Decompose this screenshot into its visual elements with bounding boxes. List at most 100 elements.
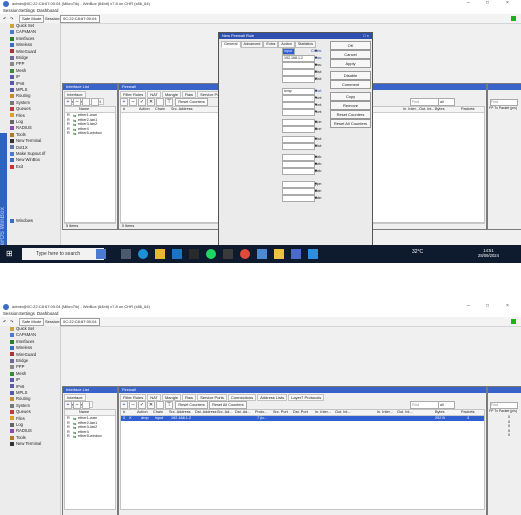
- edge-icon[interactable]: [138, 249, 148, 259]
- dropdown-icon[interactable]: ▼: [314, 76, 319, 81]
- dropdown-icon[interactable]: ▼: [314, 168, 319, 173]
- col-out-int[interactable]: Out. Int...: [419, 107, 435, 111]
- menu-settings[interactable]: Settings: [19, 8, 35, 13]
- close-button[interactable]: ×: [506, 0, 509, 6]
- close-button[interactable]: ×: [506, 303, 509, 309]
- right-find-input[interactable]: Find: [490, 402, 518, 409]
- sidebar-item-windows[interactable]: Windows: [10, 218, 33, 224]
- sidebar-item-interfaces[interactable]: Interfaces: [10, 339, 34, 345]
- interface-row[interactable]: R ⇆ ether5-winbox: [65, 434, 115, 439]
- session-field[interactable]: 0C:22:C8:67:00:04: [60, 318, 100, 326]
- col-15[interactable]: Packets: [461, 410, 475, 414]
- sidebar-item-ppp[interactable]: PPP: [10, 364, 24, 370]
- copy-button[interactable]: Copy: [330, 92, 371, 101]
- sidebar-item-routing[interactable]: Routing: [10, 396, 30, 402]
- sidebar-item-quick-set[interactable]: Quick Set: [10, 326, 34, 332]
- col-9[interactable]: Dst. Port: [293, 410, 308, 414]
- tab-nat[interactable]: NAT: [147, 91, 161, 98]
- field-input[interactable]: [282, 168, 315, 175]
- remove-rule-icon[interactable]: –: [129, 98, 137, 106]
- tab-nat[interactable]: NAT: [147, 394, 161, 401]
- field-input[interactable]: [282, 136, 315, 143]
- dropdown-icon[interactable]: ▼: [314, 188, 319, 193]
- sidebar-item-queues[interactable]: Queues: [10, 409, 31, 415]
- sidebar-item-interfaces[interactable]: Interfaces: [10, 36, 34, 42]
- right-col-header[interactable]: FP Tx Packet (p/s): [489, 106, 517, 110]
- comment-icon[interactable]: [156, 98, 164, 106]
- col-name[interactable]: Name: [79, 107, 89, 111]
- store-icon[interactable]: [189, 249, 199, 259]
- sidebar-item-exit[interactable]: Exit: [10, 164, 23, 170]
- field-input[interactable]: 192.168.1.2: [282, 55, 315, 62]
- sidebar-item-files[interactable]: Files: [10, 416, 25, 422]
- sidebar-item-ipv6[interactable]: IPv6: [10, 81, 24, 87]
- apply-button[interactable]: Apply: [330, 59, 371, 68]
- tab-mangle[interactable]: Mangle: [161, 91, 182, 98]
- widgets-icon[interactable]: [96, 249, 106, 259]
- filter-icon[interactable]: ⊤: [165, 401, 173, 409]
- dropdown-icon[interactable]: ▼: [314, 62, 319, 67]
- col-7[interactable]: Proto...: [255, 410, 267, 414]
- taskbar-clock[interactable]: 14:51 28/09/2024: [478, 248, 499, 258]
- minimize-button[interactable]: –: [467, 0, 470, 6]
- reset-all-counters-button[interactable]: Reset All Counters: [209, 401, 247, 409]
- mail-icon[interactable]: [172, 249, 182, 259]
- sidebar-item-wireguard[interactable]: WireGuard: [10, 352, 36, 358]
- dropdown-icon[interactable]: ▼: [314, 161, 319, 166]
- comment-icon[interactable]: [156, 401, 164, 409]
- col-3[interactable]: Src. Address: [169, 410, 191, 414]
- task-view-icon[interactable]: [121, 249, 131, 259]
- sidebar-item-make-supout-rif[interactable]: Make Supout.rif: [10, 151, 45, 157]
- dropdown-icon[interactable]: ▼: [314, 102, 319, 107]
- sidebar-item-capsman[interactable]: CAPsMAN: [10, 332, 36, 338]
- add-rule-icon[interactable]: +: [120, 98, 128, 106]
- safe-mode-button[interactable]: Safe Mode: [19, 15, 45, 23]
- cancel-button[interactable]: Cancel: [330, 50, 371, 59]
- dialog-close-icon[interactable]: □ ×: [363, 33, 369, 39]
- sidebar-item-new-terminal[interactable]: New Terminal: [10, 138, 41, 144]
- tab-extra[interactable]: Extra: [263, 41, 279, 48]
- weather-text[interactable]: 32°C: [412, 249, 423, 255]
- music-icon[interactable]: [223, 249, 233, 259]
- field-input[interactable]: [282, 76, 315, 83]
- firewall-rule-row[interactable]: 0 X drop input 192.168.1.2 7 (ic... 252 …: [121, 416, 484, 421]
- col-1[interactable]: Action: [137, 410, 148, 414]
- tab-mangle[interactable]: Mangle: [161, 394, 182, 401]
- tab-filter-rules[interactable]: Filter Rules: [120, 91, 147, 98]
- dropdown-icon[interactable]: ▼: [314, 69, 319, 74]
- col-12[interactable]: In. Inter...: [377, 410, 393, 414]
- field-input[interactable]: [282, 143, 315, 150]
- new-firewall-rule-dialog[interactable]: New Firewall Rule □ × General Advanced Ext…: [218, 32, 373, 263]
- sidebar-item-tools[interactable]: Tools: [10, 435, 26, 441]
- tab-statistics[interactable]: Statistics: [294, 41, 317, 48]
- dropdown-icon[interactable]: ▼: [314, 48, 319, 53]
- undo-icon[interactable]: ↶: [3, 319, 6, 324]
- sidebar-item-ip[interactable]: IP: [10, 377, 20, 383]
- interface-list-window-2[interactable]: Interface List InterfaceInterface List +…: [62, 386, 118, 515]
- tab-filter-rules[interactable]: Filter Rules: [120, 394, 147, 401]
- tab-layer7[interactable]: Layer7 Protocols: [288, 394, 325, 401]
- sidebar-item-new-winbox[interactable]: New WinBox: [10, 157, 40, 163]
- sidebar-item-dot1x[interactable]: Dot1X: [10, 145, 28, 151]
- sidebar-item-wireless[interactable]: Wireless: [10, 42, 32, 48]
- tab-service-ports[interactable]: Service Ports: [197, 394, 227, 401]
- firewall-window-2[interactable]: Firewall Filter Rules NAT Mangle Raw Service…: [118, 386, 487, 515]
- sidebar-item-mpls[interactable]: MPLS: [10, 390, 27, 396]
- reset-all-counters-button[interactable]: Reset All Counters: [330, 119, 371, 128]
- interface-list-window[interactable]: Interface List InterfaceInterface ListEt…: [62, 83, 118, 230]
- minimize-button[interactable]: –: [467, 303, 470, 309]
- col-num[interactable]: #: [123, 107, 125, 111]
- disable-rule-icon[interactable]: ✕: [147, 401, 155, 409]
- reset-counters-button[interactable]: Reset Counters: [175, 98, 208, 106]
- col-8[interactable]: Src. Port: [273, 410, 288, 414]
- disable-button[interactable]: Disable: [330, 71, 371, 80]
- dropdown-icon[interactable]: ▼: [314, 126, 319, 131]
- add-icon[interactable]: +: [64, 98, 72, 106]
- remove-icon[interactable]: –: [73, 98, 81, 106]
- col-5[interactable]: Src. Ad...: [217, 410, 232, 414]
- spotify-icon[interactable]: [206, 249, 216, 259]
- dropdown-icon[interactable]: ▼: [314, 88, 319, 93]
- field-input[interactable]: [282, 126, 315, 133]
- col-src-address[interactable]: Src. Address: [171, 107, 193, 111]
- dropdown-icon[interactable]: ▼: [314, 109, 319, 114]
